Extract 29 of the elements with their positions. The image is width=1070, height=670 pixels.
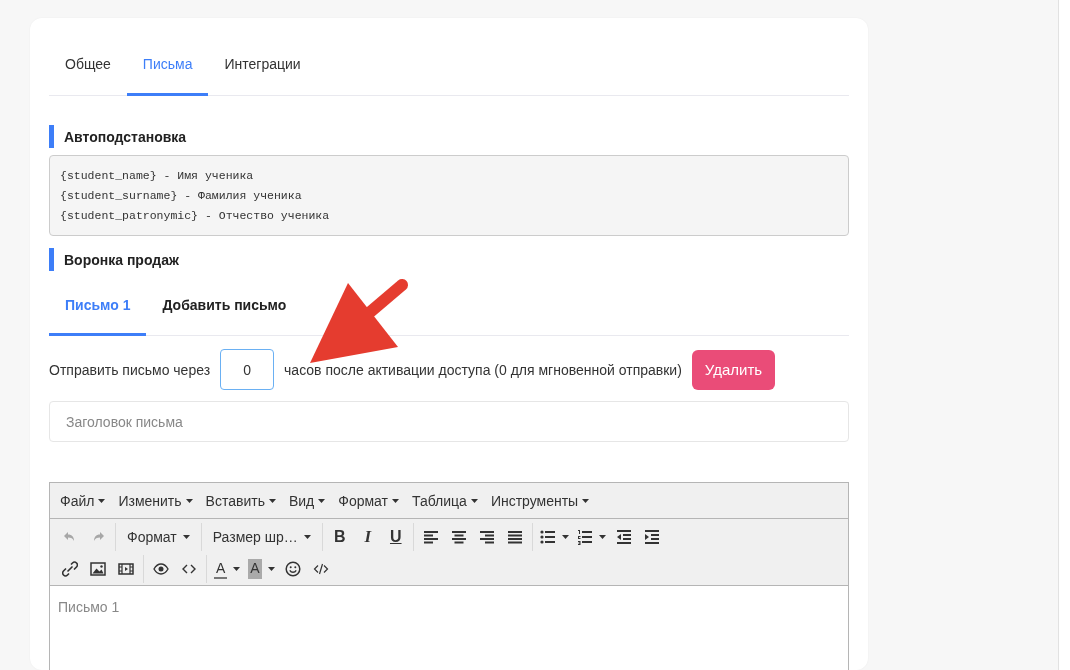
code-line: {student_name} - Имя ученика	[60, 168, 255, 184]
delete-button[interactable]: Удалить	[691, 349, 776, 390]
menu-item[interactable]: Файл	[55, 488, 114, 513]
section-heading: Воронка продаж	[64, 251, 179, 268]
code-line: {student_surname} - Фамилия ученика	[60, 188, 303, 204]
tab[interactable]: Письма	[126, 36, 209, 96]
delay-label: Отправить письмо через	[49, 361, 211, 378]
tab[interactable]: Письмо 1	[49, 284, 147, 336]
menu-item[interactable]: Изменить	[113, 488, 201, 513]
menu-item[interactable]: Формат	[333, 488, 407, 513]
section-heading: Автоподстановка	[64, 128, 187, 145]
tab[interactable]: Интеграции	[208, 36, 317, 96]
menu-item[interactable]: Инструменты	[485, 488, 598, 513]
hours-input[interactable]: 0	[220, 349, 275, 390]
delay-hint: часов после активации доступа (0 для мгновенной отправки)	[284, 361, 682, 378]
subject-field[interactable]: Заголовок письма	[49, 401, 849, 442]
tab[interactable]: Добавить письмо	[146, 284, 303, 336]
menu-item[interactable]: Вставить	[200, 488, 284, 513]
dropdown-button[interactable]: Формат	[119, 523, 198, 551]
text-color-button[interactable]: A	[210, 555, 245, 583]
italic-button[interactable]: I	[353, 523, 382, 551]
code-line: {student_patronymic} - Отчество ученика	[60, 208, 331, 224]
bold-button[interactable]: B	[325, 523, 354, 551]
tab[interactable]: Общее	[49, 36, 127, 96]
menu-item[interactable]: Таблица	[407, 488, 486, 513]
highlight-color-button[interactable]: A	[244, 555, 279, 583]
dropdown-button[interactable]: Размер шр…	[204, 523, 319, 551]
underline-button[interactable]: U	[381, 523, 410, 551]
menu-item[interactable]: Вид	[283, 488, 334, 513]
